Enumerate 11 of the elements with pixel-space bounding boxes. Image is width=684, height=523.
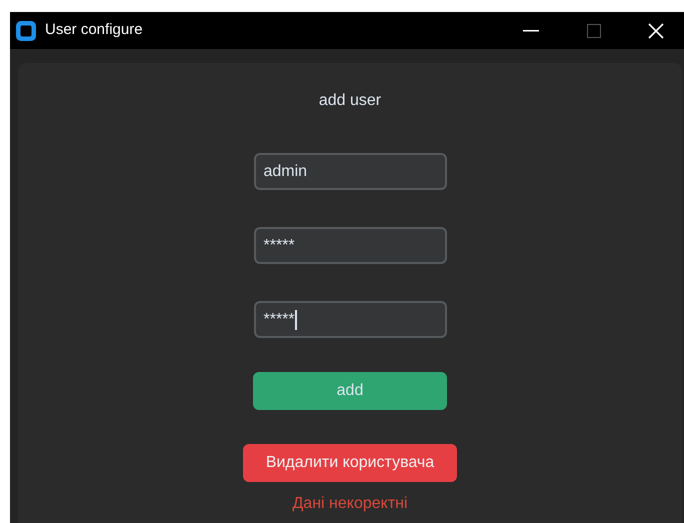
window-title: User configure	[45, 20, 143, 40]
input-field[interactable]: *****	[254, 227, 446, 264]
error-message: Дані некоректні	[292, 494, 408, 514]
form-heading: add user	[318, 91, 382, 109]
maximize-icon	[587, 24, 601, 38]
input-field[interactable]: *****	[254, 301, 446, 338]
close-icon	[648, 22, 664, 38]
minimize-icon	[523, 30, 539, 32]
app-icon	[16, 20, 36, 40]
delete-user-button[interactable]: Видалити користувача	[243, 444, 457, 482]
input-field[interactable]: admin	[254, 153, 446, 190]
